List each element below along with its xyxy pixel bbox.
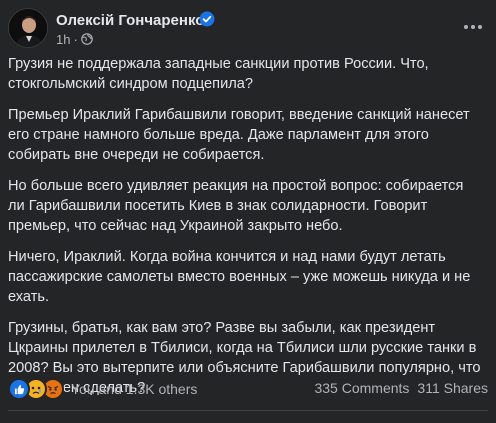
verified-badge-icon — [199, 11, 215, 27]
like-icon — [8, 378, 30, 400]
post-paragraph-4: Ничего, Ираклий. Когда война кончится и … — [8, 249, 471, 305]
post-timestamp[interactable]: 1h — [56, 32, 70, 47]
more-options-button[interactable] — [458, 12, 488, 42]
reactions-summary[interactable]: You and 1.3K others — [8, 378, 197, 400]
post-meta: 1h · — [56, 32, 93, 47]
post-paragraph-2: Премьер Ираклий Гарибашвили говорит, вве… — [8, 107, 470, 163]
thumbs-up-glyph — [14, 384, 24, 394]
author-avatar[interactable] — [8, 8, 48, 48]
footer-divider — [8, 410, 488, 411]
post-footer: You and 1.3K others 335 Comments 311 Shar… — [8, 378, 488, 400]
globe-icon[interactable] — [81, 33, 93, 45]
shares-count[interactable]: 311 Shares — [417, 380, 488, 396]
avatar-photo — [9, 9, 47, 47]
more-horizontal-icon — [464, 25, 482, 29]
post-header: Олексій Гончаренко 1h · — [8, 8, 488, 52]
meta-separator: · — [73, 32, 78, 47]
reactions-count[interactable]: You and 1.3K others — [71, 381, 197, 397]
comments-count[interactable]: 335 Comments — [314, 380, 409, 396]
post-paragraph-3: Но больше всего удивляет реакция на прос… — [8, 178, 464, 234]
engagement-counts: 335 Comments 311 Shares — [314, 380, 488, 396]
author-name[interactable]: Олексій Гончаренко — [56, 12, 204, 29]
post-paragraph-1: Грузия не поддержала западные санкции пр… — [8, 56, 429, 92]
post-body: Грузия не поддержала западные санкции пр… — [8, 54, 482, 409]
facebook-post: Олексій Гончаренко 1h · Грузия не поддерж… — [0, 0, 496, 423]
